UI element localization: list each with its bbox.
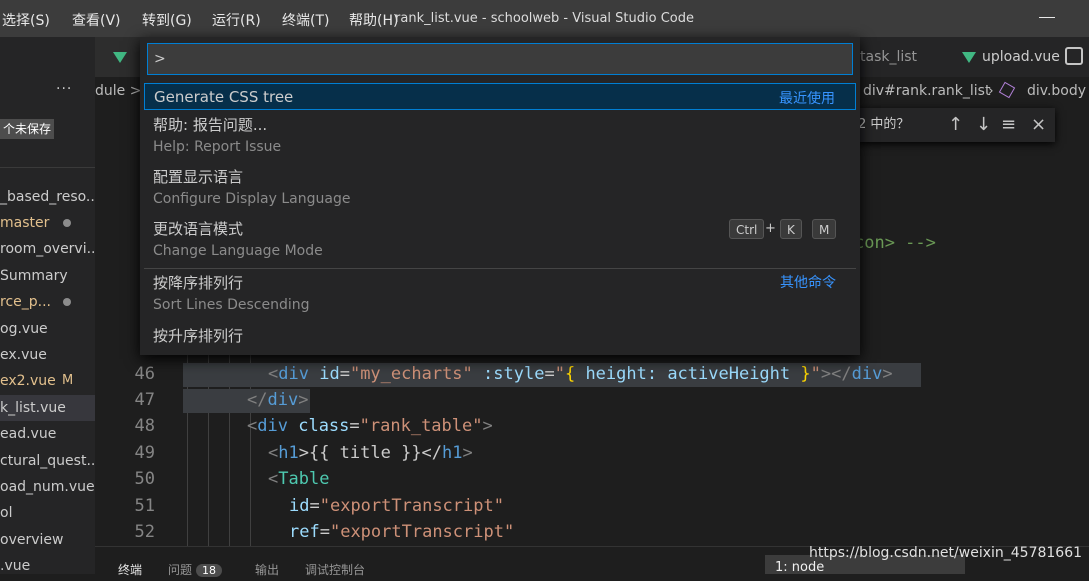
breadcrumb-segment[interactable]: dule > <box>95 77 141 105</box>
file-item[interactable]: .vue <box>0 553 95 574</box>
command-item-sort-ascending[interactable]: 按升序排列行 <box>144 323 856 351</box>
breadcrumb-segment[interactable]: div#rank.rank_list <box>863 77 990 105</box>
command-item-sort-descending[interactable]: 按降序排列行 Sort Lines Descending 其他命令 <box>144 270 856 322</box>
keybinding-key: K <box>780 219 802 239</box>
file-item[interactable]: ex2.vue M <box>0 368 95 394</box>
more-actions-icon[interactable]: ··· <box>56 81 72 97</box>
code-line-49: <h1>{{ title }}</h1> <box>268 443 473 463</box>
element-icon <box>998 81 1016 99</box>
file-item[interactable]: oad_num.vue <box>0 474 95 500</box>
code-line-51: id="exportTranscript" <box>289 496 504 516</box>
vue-file-icon <box>113 51 127 63</box>
file-item[interactable]: ol <box>0 500 95 526</box>
close-icon[interactable]: × <box>1031 108 1046 142</box>
sidebar-divider <box>0 167 95 168</box>
code-line-48: <div class="rank_table"> <box>247 416 493 436</box>
next-match-icon[interactable]: ↓ <box>976 108 991 142</box>
modified-marker: M <box>62 373 74 388</box>
previous-match-icon[interactable]: ↑ <box>948 108 963 142</box>
keybinding-key: Ctrl <box>729 219 765 239</box>
line-number: 46 <box>134 364 155 384</box>
modified-dot-icon <box>63 219 71 227</box>
file-item[interactable]: rce_p... <box>0 289 95 315</box>
code-line-50: <Table <box>268 469 330 489</box>
vue-file-icon <box>962 51 976 63</box>
breadcrumb-chevron-icon: › <box>988 83 994 99</box>
modified-dot-icon <box>63 298 71 306</box>
line-number: 52 <box>134 522 155 542</box>
command-item-report-issue[interactable]: 帮助: 报告问题... Help: Report Issue <box>144 111 856 163</box>
keybinding-plus: + <box>765 221 776 236</box>
line-number: 47 <box>134 390 155 410</box>
window-title: rank_list.vue - schoolweb - Visual Studi… <box>395 11 694 26</box>
recently-used-tag: 最近使用 <box>779 91 835 107</box>
code-line-46: <div id="my_echarts" :style="{ height: a… <box>268 364 893 384</box>
match-count: 2 中的？ <box>858 117 910 132</box>
file-item[interactable]: _based_reso... <box>0 184 95 210</box>
line-number: 49 <box>134 443 155 463</box>
other-commands-tag: 其他命令 <box>780 275 836 291</box>
file-item-active[interactable]: k_list.vue <box>0 395 95 421</box>
tab-debug-console[interactable]: 调试控制台 <box>305 561 365 578</box>
watermark: https://blog.csdn.net/weixin_45781661 <box>809 545 1083 561</box>
keybinding-key: M <box>812 219 837 239</box>
code-line-52: ref="exportTranscript" <box>289 522 515 542</box>
line-number: 51 <box>134 496 155 516</box>
compare-changes-icon[interactable] <box>1065 47 1083 65</box>
minimize-icon[interactable] <box>1039 17 1055 18</box>
unsaved-badge: 个未保存 <box>0 119 55 139</box>
file-item[interactable]: ctural_quest... <box>0 448 95 474</box>
find-widget: 2 中的？ ↑ ↓ ≡ × <box>855 108 1055 142</box>
command-palette: > Generate CSS tree 最近使用 帮助: 报告问题... Hel… <box>140 37 860 355</box>
file-item[interactable]: master <box>0 210 95 236</box>
command-item-change-language-mode[interactable]: 更改语言模式 Change Language Mode Ctrl + K M <box>144 216 856 268</box>
file-item[interactable]: og.vue <box>0 316 95 342</box>
tab-partial[interactable]: in <box>95 37 145 105</box>
tab-upload[interactable]: upload.vue <box>962 37 1060 77</box>
code-comment: con> --> <box>854 233 936 253</box>
breadcrumb-segment[interactable]: div.body <box>1027 77 1086 105</box>
file-item[interactable]: Summary <box>0 263 95 289</box>
file-item[interactable]: ead.vue <box>0 421 95 447</box>
command-input[interactable]: > <box>147 43 853 75</box>
problems-count-badge: 18 <box>196 564 223 577</box>
tab-terminal[interactable]: 终端 <box>118 561 142 578</box>
command-item-generate-css-tree[interactable]: Generate CSS tree 最近使用 <box>144 83 856 110</box>
code-line-47: </div> <box>247 390 309 410</box>
line-number: 48 <box>134 416 155 436</box>
line-number: 50 <box>134 469 155 489</box>
file-item[interactable]: room_overvi... <box>0 236 95 262</box>
find-in-selection-icon[interactable]: ≡ <box>1001 108 1016 142</box>
tab-task-list[interactable]: task_list <box>860 37 917 77</box>
title-bar: 选择(S) 查看(V) 转到(G) 运行(R) 终端(T) 帮助(H) rank… <box>0 0 1089 37</box>
command-item-display-language[interactable]: 配置显示语言 Configure Display Language <box>144 164 856 216</box>
tab-problems[interactable]: 问题 18 <box>168 561 223 578</box>
group-separator <box>144 268 856 269</box>
tab-output[interactable]: 输出 <box>255 561 279 578</box>
file-item[interactable]: overview <box>0 527 95 553</box>
file-item[interactable]: ex.vue <box>0 342 95 368</box>
minimap[interactable] <box>1080 105 1089 546</box>
explorer-sidebar: ··· 个未保存 _based_reso... master room_over… <box>0 37 95 574</box>
